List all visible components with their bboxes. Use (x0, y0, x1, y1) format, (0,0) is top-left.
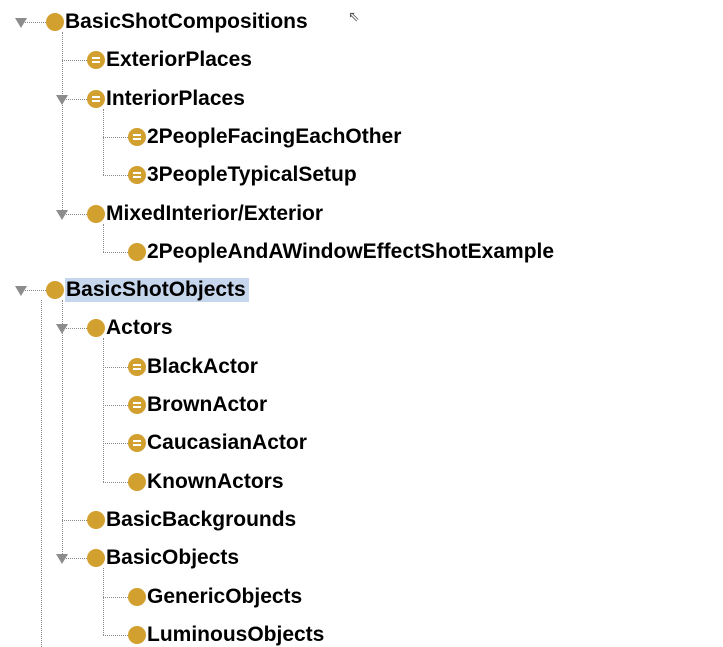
class-circle-icon (87, 204, 105, 223)
tree-node-label[interactable]: BlackActor (147, 355, 258, 379)
defined-class-icon (87, 51, 105, 70)
tree-node-label[interactable]: KnownActors (147, 470, 284, 494)
tree-connector-vertical (102, 568, 104, 635)
tree-connector-horizontal (62, 519, 87, 521)
class-hierarchy-tree[interactable]: BasicShotCompositions ExteriorPlaces Inter… (0, 0, 723, 647)
tree-node-label[interactable]: GenericObjects (147, 585, 302, 609)
tree-connector-vertical (102, 108, 104, 176)
tree-node-label[interactable]: 2PeopleFacingEachOther (147, 125, 401, 149)
tree-connector-horizontal (103, 251, 128, 253)
tree-connector-horizontal (103, 366, 128, 368)
expand-toggle-icon[interactable] (56, 554, 68, 565)
tree-node-label[interactable]: InteriorPlaces (106, 87, 245, 111)
tree-node-label[interactable]: BasicBackgrounds (106, 508, 296, 532)
class-circle-icon (87, 319, 105, 338)
class-circle-icon (46, 13, 64, 31)
expand-toggle-icon[interactable] (15, 286, 27, 297)
tree-node-label[interactable]: 3PeopleTypicalSetup (147, 163, 357, 187)
defined-class-icon (128, 166, 146, 185)
tree-connector-horizontal (103, 634, 128, 636)
tree-node-label[interactable]: CaucasianActor (147, 431, 307, 455)
class-circle-icon (128, 242, 146, 261)
defined-class-icon (128, 434, 146, 453)
tree-connector-horizontal (103, 136, 128, 138)
tree-node-label[interactable]: BrownActor (147, 393, 267, 417)
tree-node-label[interactable]: BasicShotCompositions (65, 10, 308, 34)
tree-connector-horizontal (103, 596, 128, 598)
defined-class-icon (128, 127, 146, 146)
tree-connector-vertical (40, 300, 42, 647)
class-circle-icon (46, 281, 64, 300)
defined-class-icon (128, 396, 146, 414)
defined-class-icon (87, 89, 105, 108)
tree-node-label[interactable]: 2PeopleAndAWindowEffectShotExample (147, 240, 554, 264)
tree-node-label[interactable]: MixedInterior/Exterior (106, 202, 323, 226)
tree-connector-horizontal (103, 405, 128, 406)
tree-connector-horizontal (103, 481, 128, 483)
defined-class-icon (128, 357, 146, 376)
tree-node-label[interactable]: ExteriorPlaces (106, 48, 252, 72)
expand-toggle-icon[interactable] (56, 324, 68, 335)
tree-connector-vertical (61, 32, 63, 214)
tree-connector-horizontal (103, 175, 128, 177)
tree-connector-horizontal (62, 60, 87, 62)
expand-toggle-icon[interactable] (15, 18, 27, 28)
class-circle-icon (128, 625, 146, 644)
tree-node-label[interactable]: Actors (106, 316, 173, 340)
tree-connector-horizontal (103, 443, 128, 445)
class-circle-icon (128, 472, 146, 491)
class-circle-icon (87, 510, 105, 529)
tree-node-label[interactable]: BasicObjects (106, 546, 239, 570)
tree-node-label-selected[interactable]: BasicShotObjects (65, 278, 249, 303)
expand-toggle-icon[interactable] (56, 209, 68, 220)
expand-toggle-icon[interactable] (56, 94, 68, 105)
tree-node-label[interactable]: LuminousObjects (147, 623, 324, 647)
class-circle-icon (128, 587, 146, 606)
tree-connector-vertical (102, 223, 104, 252)
class-circle-icon (87, 549, 105, 568)
tree-connector-vertical (102, 338, 104, 482)
mouse-cursor-icon: ⇖ (348, 8, 360, 24)
